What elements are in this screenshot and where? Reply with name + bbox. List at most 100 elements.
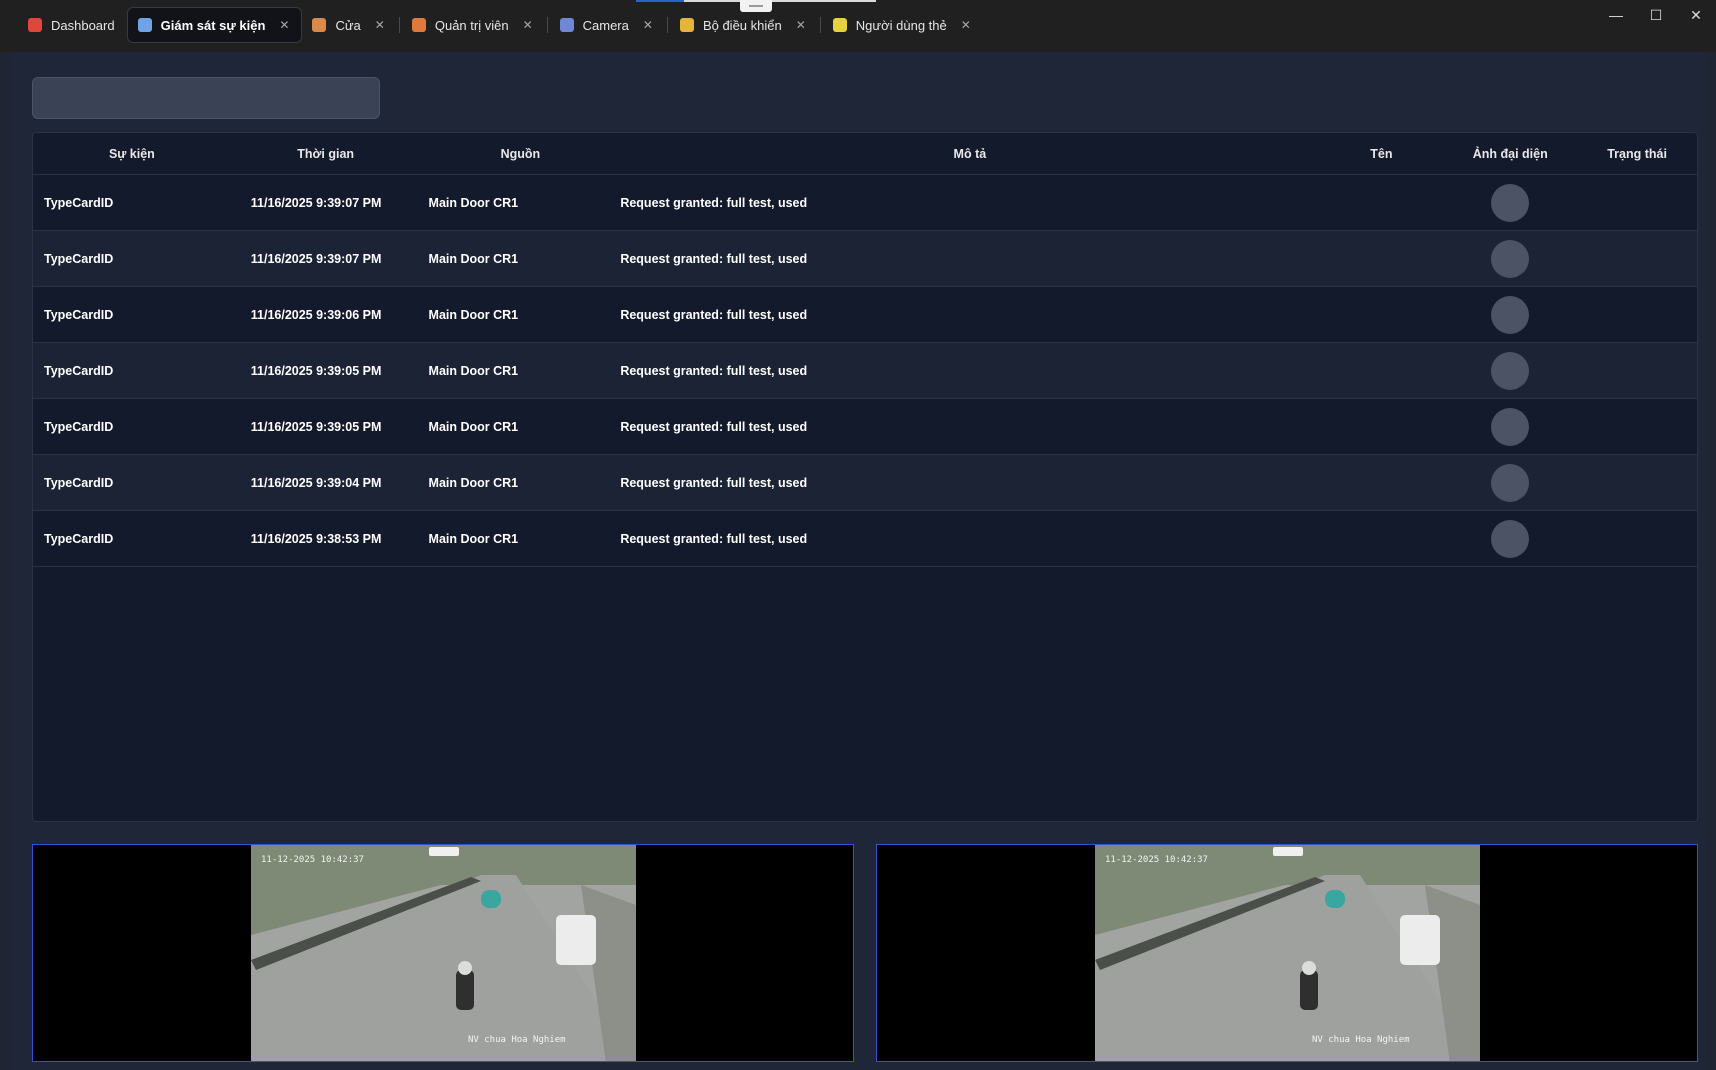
table-row[interactable]: TypeCardID 11/16/2025 9:39:07 PM Main Door…	[33, 175, 1697, 231]
cell-time: 11/16/2025 9:38:53 PM	[250, 531, 382, 546]
tab-admin[interactable]: Quản trị viên ✕	[402, 8, 545, 42]
avatar	[1491, 519, 1530, 558]
tab-label: Camera	[582, 17, 629, 33]
avatar	[1491, 183, 1530, 222]
cell-source: Main Door CR1	[428, 251, 519, 266]
cell-avatar	[1443, 239, 1577, 278]
tab-label: Người dùng thẻ	[855, 17, 947, 33]
cell-source: Main Door CR1	[428, 363, 519, 378]
cell-description: Request granted: full test, used	[620, 363, 808, 378]
camera-drag-handle[interactable]	[429, 847, 459, 856]
monitor-events-icon	[137, 18, 152, 32]
tab-label: Bộ điều khiển	[702, 17, 782, 33]
tab-monitor-events[interactable]: Giám sát sự kiện ✕	[126, 7, 303, 43]
cell-time: 11/16/2025 9:39:07 PM	[250, 195, 382, 210]
camera-timestamp: 11-12-2025 10:42:37	[261, 855, 364, 865]
tab-label: Quản trị viên	[434, 17, 509, 33]
tab-dashboard[interactable]: Dashboard	[18, 8, 127, 42]
admin-icon	[411, 18, 426, 32]
table-row[interactable]: TypeCardID 11/16/2025 9:39:05 PM Main Door…	[33, 343, 1697, 399]
maximize-icon[interactable]: ☐	[1636, 4, 1676, 26]
tab-label: Dashboard	[51, 17, 115, 33]
cell-description: Request granted: full test, used	[620, 251, 808, 266]
camera-caption: NV chua Hoa Nghiem	[468, 1035, 566, 1045]
close-tab-icon[interactable]: ✕	[279, 18, 289, 32]
tab-separator	[398, 17, 400, 33]
search-input[interactable]	[32, 77, 380, 119]
camera-timestamp: 11-12-2025 10:42:37	[1105, 855, 1208, 865]
table-row[interactable]: TypeCardID 11/16/2025 9:39:06 PM Main Door…	[33, 287, 1697, 343]
event-table: Sự kiện Thời gian Nguồn Mô tả Tên Ảnh đạ…	[32, 132, 1698, 822]
table-row[interactable]: TypeCardID 11/16/2025 9:39:05 PM Main Door…	[33, 399, 1697, 455]
camera-view-1[interactable]: 11-12-2025 10:42:37 NV chua Hoa Nghiem	[32, 844, 854, 1062]
close-tab-icon[interactable]: ✕	[961, 18, 971, 32]
cell-event: TypeCardID	[44, 363, 114, 378]
cell-source: Main Door CR1	[428, 475, 519, 490]
main-content: Sự kiện Thời gian Nguồn Mô tả Tên Ảnh đạ…	[10, 52, 1706, 1070]
minimize-icon[interactable]: —	[1596, 4, 1636, 26]
tab-controller[interactable]: Bộ điều khiển ✕	[670, 8, 818, 42]
header-event[interactable]: Sự kiện	[33, 147, 231, 161]
tab-camera-flag[interactable]: Camera ✕	[550, 8, 665, 42]
cell-event: TypeCardID	[44, 419, 114, 434]
cell-event: TypeCardID	[44, 531, 114, 546]
avatar	[1491, 463, 1530, 502]
cell-avatar	[1443, 519, 1577, 558]
camera-feed-image: 11-12-2025 10:42:37 NV chua Hoa Nghiem	[1095, 845, 1480, 1061]
tab-label: Giám sát sự kiện	[160, 17, 266, 33]
close-window-icon[interactable]: ✕	[1676, 4, 1716, 26]
cell-time: 11/16/2025 9:39:04 PM	[250, 475, 382, 490]
header-name[interactable]: Tên	[1319, 147, 1443, 161]
cell-description: Request granted: full test, used	[620, 195, 808, 210]
cell-source: Main Door CR1	[428, 531, 519, 546]
cell-avatar	[1443, 183, 1577, 222]
table-row[interactable]: TypeCardID 11/16/2025 9:39:07 PM Main Door…	[33, 231, 1697, 287]
card-user-icon	[832, 18, 847, 32]
cell-event: TypeCardID	[44, 251, 114, 266]
camera-flag-icon	[559, 18, 574, 32]
cell-time: 11/16/2025 9:39:05 PM	[250, 419, 382, 434]
cell-description: Request granted: full test, used	[620, 307, 808, 322]
cell-event: TypeCardID	[44, 307, 114, 322]
camera-caption: NV chua Hoa Nghiem	[1312, 1035, 1410, 1045]
avatar	[1491, 239, 1530, 278]
door-icon	[312, 18, 327, 32]
tab-separator	[546, 17, 548, 33]
camera-view-2[interactable]: 11-12-2025 10:42:37 NV chua Hoa Nghiem	[876, 844, 1698, 1062]
cell-source: Main Door CR1	[428, 195, 519, 210]
cell-time: 11/16/2025 9:39:05 PM	[250, 363, 382, 378]
header-source[interactable]: Nguồn	[421, 147, 621, 161]
close-tab-icon[interactable]: ✕	[523, 18, 533, 32]
header-avatar[interactable]: Ảnh đại diện	[1443, 147, 1577, 161]
window-controls: — ☐ ✕	[1596, 4, 1716, 26]
close-tab-icon[interactable]: ✕	[375, 18, 385, 32]
table-row[interactable]: TypeCardID 11/16/2025 9:38:53 PM Main Door…	[33, 511, 1697, 567]
header-time[interactable]: Thời gian	[231, 147, 421, 161]
camera-drag-handle[interactable]	[1273, 847, 1303, 856]
tab-label: Cửa	[335, 17, 361, 33]
cell-time: 11/16/2025 9:39:07 PM	[250, 251, 382, 266]
table-header: Sự kiện Thời gian Nguồn Mô tả Tên Ảnh đạ…	[33, 133, 1697, 175]
dashboard-icon	[28, 18, 42, 32]
header-description[interactable]: Mô tả	[620, 147, 1319, 161]
close-tab-icon[interactable]: ✕	[796, 18, 806, 32]
cell-source: Main Door CR1	[428, 419, 519, 434]
cell-avatar	[1443, 295, 1577, 334]
header-status[interactable]: Trạng thái	[1577, 147, 1697, 161]
avatar	[1491, 351, 1530, 390]
avatar	[1491, 295, 1530, 334]
cell-description: Request granted: full test, used	[620, 475, 808, 490]
cell-avatar	[1443, 407, 1577, 446]
tab-card-user[interactable]: Người dùng thẻ ✕	[823, 8, 983, 42]
camera-feed-image: 11-12-2025 10:42:37 NV chua Hoa Nghiem	[251, 845, 636, 1061]
tab-separator	[819, 17, 821, 33]
cell-source: Main Door CR1	[428, 307, 519, 322]
close-tab-icon[interactable]: ✕	[643, 18, 653, 32]
tab-separator	[666, 17, 668, 33]
cell-time: 11/16/2025 9:39:06 PM	[250, 307, 382, 322]
tab-door[interactable]: Cửa ✕	[302, 8, 396, 42]
table-row[interactable]: TypeCardID 11/16/2025 9:39:04 PM Main Door…	[33, 455, 1697, 511]
cell-description: Request granted: full test, used	[620, 419, 808, 434]
cell-avatar	[1443, 351, 1577, 390]
cell-avatar	[1443, 463, 1577, 502]
